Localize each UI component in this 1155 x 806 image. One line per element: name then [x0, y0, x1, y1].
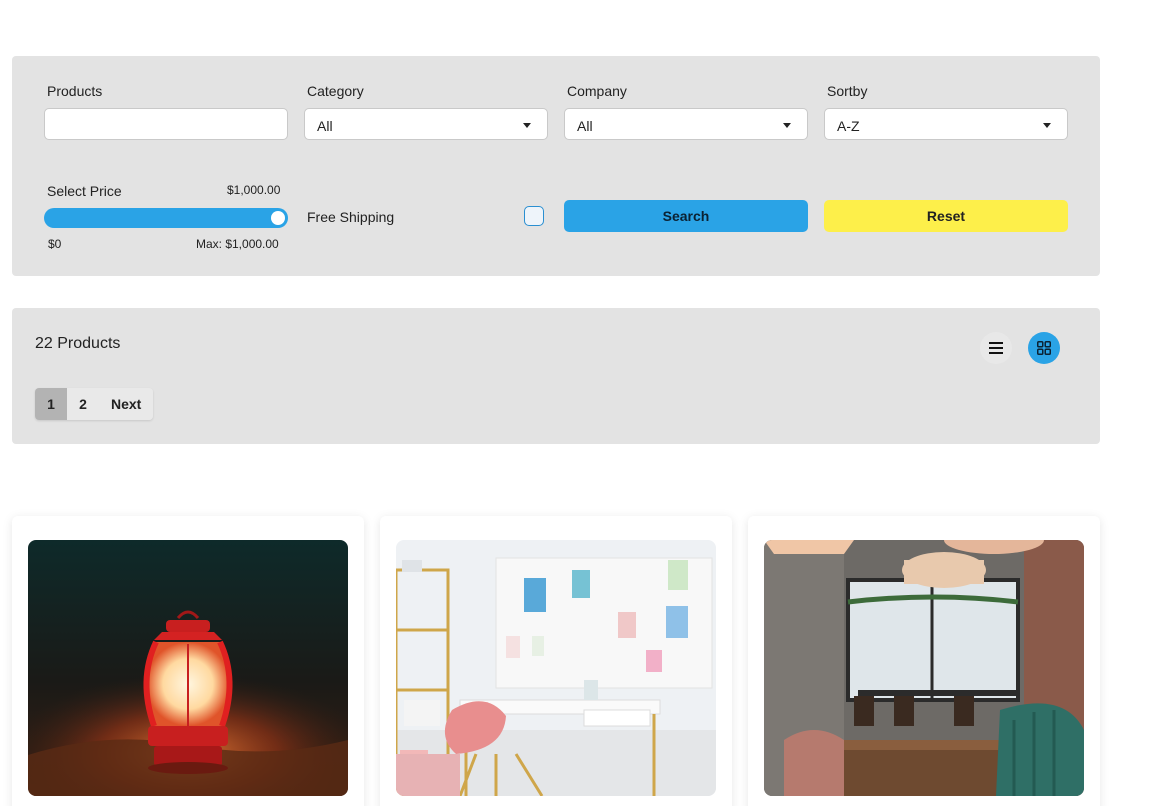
pagination: 1 2 Next	[35, 388, 154, 420]
category-select-value: All	[317, 118, 333, 134]
company-select[interactable]: All	[564, 108, 808, 140]
reset-button[interactable]: Reset	[824, 200, 1068, 232]
results-header: 22 Products 1 2 Next	[12, 308, 1100, 444]
grid-view-button[interactable]	[1028, 332, 1060, 364]
product-card[interactable]	[12, 516, 364, 806]
free-shipping-checkbox[interactable]	[524, 206, 544, 226]
page-button-1[interactable]: 1	[35, 388, 67, 420]
price-slider[interactable]	[44, 208, 288, 228]
company-select-value: All	[577, 118, 593, 134]
product-image-lantern[interactable]	[28, 540, 348, 796]
product-count: 22 Products	[35, 335, 121, 352]
category-select[interactable]: All	[304, 108, 548, 140]
product-image-desk[interactable]	[396, 540, 716, 796]
products-label: Products	[47, 83, 103, 99]
product-card[interactable]	[748, 516, 1100, 806]
sortby-select[interactable]: A-Z	[824, 108, 1068, 140]
chevron-down-icon	[783, 123, 791, 128]
price-max-label: Max: $1,000.00	[196, 237, 279, 251]
sortby-label: Sortby	[827, 83, 868, 99]
price-slider-thumb[interactable]	[271, 211, 285, 225]
product-image-cafe[interactable]	[764, 540, 1084, 796]
company-label: Company	[567, 83, 627, 99]
products-search-input[interactable]	[44, 108, 288, 140]
grid-icon	[1037, 341, 1051, 355]
page-button-2[interactable]: 2	[67, 388, 99, 420]
free-shipping-label: Free Shipping	[307, 209, 395, 225]
list-view-button[interactable]	[980, 332, 1012, 364]
product-card[interactable]	[380, 516, 732, 806]
price-min-label: $0	[48, 237, 62, 251]
category-label: Category	[307, 83, 364, 99]
products-page: Products Category All Company All Sortby…	[0, 0, 1155, 806]
next-page-button[interactable]: Next	[99, 388, 154, 420]
chevron-down-icon	[1043, 123, 1051, 128]
price-label: Select Price	[47, 183, 122, 199]
list-icon	[989, 342, 1003, 354]
chevron-down-icon	[523, 123, 531, 128]
sortby-select-value: A-Z	[837, 118, 860, 134]
search-button[interactable]: Search	[564, 200, 808, 232]
price-value: $1,000.00	[227, 183, 281, 197]
filter-form: Products Category All Company All Sortby…	[12, 56, 1100, 276]
